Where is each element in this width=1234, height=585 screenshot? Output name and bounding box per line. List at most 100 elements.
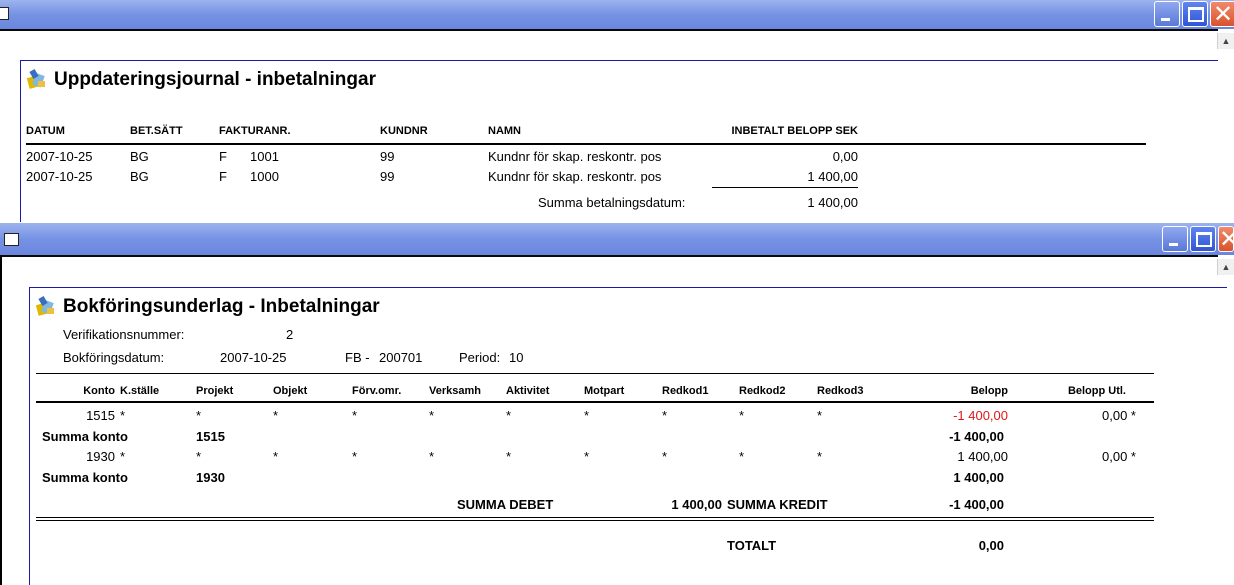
totals-double-rule-top <box>36 517 1154 518</box>
sum-rule <box>712 187 858 188</box>
cell-belopp: 1 400,00 <box>807 169 858 184</box>
cell-verksamh: * <box>429 408 435 423</box>
cell-verksamh: * <box>429 449 435 464</box>
cell-belopp: 1 400,00 <box>957 449 1008 464</box>
totalt-value: 0,00 <box>978 538 1004 553</box>
col-header-objekt: Objekt <box>273 385 308 397</box>
period-label: Period: <box>459 350 501 365</box>
cell-belopp-utl: 0,00 * <box>1102 449 1136 464</box>
verifikation-label: Verifikationsnummer: <box>63 327 185 342</box>
cell-betsatt: BG <box>130 169 149 184</box>
scroll-up-icon[interactable]: ▲ <box>1217 259 1234 275</box>
cell-projekt: * <box>196 449 202 464</box>
cell-redkod3: * <box>817 449 823 464</box>
cell-belopp: 0,00 <box>832 149 858 164</box>
col-header-kundnr: KUNDNR <box>380 125 428 137</box>
summa-konto-belopp: -1 400,00 <box>949 429 1004 444</box>
col-header-betsatt: BET.SÄTT <box>130 125 183 137</box>
report2-title: Bokföringsunderlag - Inbetalningar <box>63 296 380 317</box>
summa-kredit-value: -1 400,00 <box>949 497 1004 512</box>
window-icon <box>0 7 9 20</box>
cell-forvomr: * <box>352 449 358 464</box>
cell-datum: 2007-10-25 <box>26 169 93 184</box>
report1-title: Uppdateringsjournal - inbetalningar <box>54 69 376 90</box>
cell-objekt: * <box>273 408 279 423</box>
report2-top-rule <box>36 373 1154 374</box>
minimize-icon[interactable] <box>1162 226 1188 252</box>
cell-redkod2: * <box>739 449 745 464</box>
close-icon[interactable]: ✕ <box>1218 226 1234 252</box>
summa-debet-label: SUMMA DEBET <box>457 497 554 512</box>
cell-aktivitet: * <box>506 449 512 464</box>
maximize-icon[interactable] <box>1182 1 1208 27</box>
report1-frame-left <box>20 60 21 222</box>
col-header-belopp: Belopp <box>970 385 1008 397</box>
col-header-verksamh: Verksamh <box>429 385 481 397</box>
cell-namn: Kundnr för skap. reskontr. pos <box>488 149 662 164</box>
col-header-konto: Konto <box>83 385 115 397</box>
scroll-up-icon[interactable]: ▲ <box>1217 33 1234 49</box>
cell-kundnr: 99 <box>380 149 395 164</box>
col-header-redkod2: Redkod2 <box>739 385 786 397</box>
verifikation-value: 2 <box>286 327 294 342</box>
window1-titlebar: ✕ <box>0 0 1234 29</box>
window2-titlebar: ✕ <box>0 223 1234 255</box>
close-icon[interactable]: ✕ <box>1210 1 1234 27</box>
summa-betalningsdatum-label: Summa betalningsdatum: <box>538 195 686 210</box>
fb-label: FB - <box>345 350 370 365</box>
report1-header-rule <box>26 143 1146 145</box>
report2-header-rule <box>36 401 1154 403</box>
minimize-icon[interactable] <box>1154 1 1180 27</box>
cell-kundnr: 99 <box>380 169 395 184</box>
summa-debet-value: 1 400,00 <box>671 497 722 512</box>
col-header-fakturanr: FAKTURANR. <box>219 125 291 137</box>
cell-belopp: -1 400,00 <box>953 408 1008 423</box>
col-header-kstalle: K.ställe <box>120 385 160 397</box>
totals-double-rule-bottom <box>36 520 1154 521</box>
cell-kstalle: * <box>120 449 126 464</box>
summa-kredit-label: SUMMA KREDIT <box>727 497 828 512</box>
cell-fakturanr: 1000 <box>250 169 279 184</box>
col-header-belopp-utl: Belopp Utl. <box>1067 385 1126 397</box>
summa-konto-number: 1515 <box>196 429 225 444</box>
cell-kstalle: * <box>120 408 126 423</box>
report1-frame-top <box>20 60 1218 61</box>
col-header-projekt: Projekt <box>196 385 234 397</box>
summa-konto-label: Summa konto <box>42 429 128 444</box>
col-header-datum: DATUM <box>26 125 65 137</box>
bokforing-label: Bokföringsdatum: <box>63 350 165 365</box>
summa-konto-number: 1930 <box>196 470 225 485</box>
cell-aktivitet: * <box>506 408 512 423</box>
summa-betalningsdatum-value: 1 400,00 <box>807 195 858 210</box>
col-header-redkod3: Redkod3 <box>817 385 864 397</box>
cell-typ: F <box>219 169 227 184</box>
fb-value: 200701 <box>379 350 423 365</box>
summa-konto-label: Summa konto <box>42 470 128 485</box>
cell-forvomr: * <box>352 408 358 423</box>
col-header-forvomr: Förv.omr. <box>352 385 402 397</box>
window-icon <box>4 233 19 246</box>
window2-frame-left <box>0 257 2 585</box>
cell-belopp-utl: 0,00 * <box>1102 408 1136 423</box>
cell-typ: F <box>219 149 227 164</box>
cell-konto: 1930 <box>86 449 115 464</box>
col-header-namn: NAMN <box>488 125 521 137</box>
cell-motpart: * <box>584 408 590 423</box>
cell-projekt: * <box>196 408 202 423</box>
col-header-aktivitet: Aktivitet <box>506 385 550 397</box>
cell-datum: 2007-10-25 <box>26 149 93 164</box>
cell-namn: Kundnr för skap. reskontr. pos <box>488 169 662 184</box>
cell-motpart: * <box>584 449 590 464</box>
cell-betsatt: BG <box>130 149 149 164</box>
window1-titlebar-bottom-border <box>0 29 1218 31</box>
totalt-label: TOTALT <box>727 538 777 553</box>
cell-redkod1: * <box>662 449 668 464</box>
cell-redkod3: * <box>817 408 823 423</box>
cell-konto: 1515 <box>86 408 115 423</box>
period-value: 10 <box>509 350 524 365</box>
bokforing-value: 2007-10-25 <box>220 350 287 365</box>
cell-redkod2: * <box>739 408 745 423</box>
maximize-icon[interactable] <box>1190 226 1216 252</box>
cell-redkod1: * <box>662 408 668 423</box>
col-header-redkod1: Redkod1 <box>662 385 709 397</box>
